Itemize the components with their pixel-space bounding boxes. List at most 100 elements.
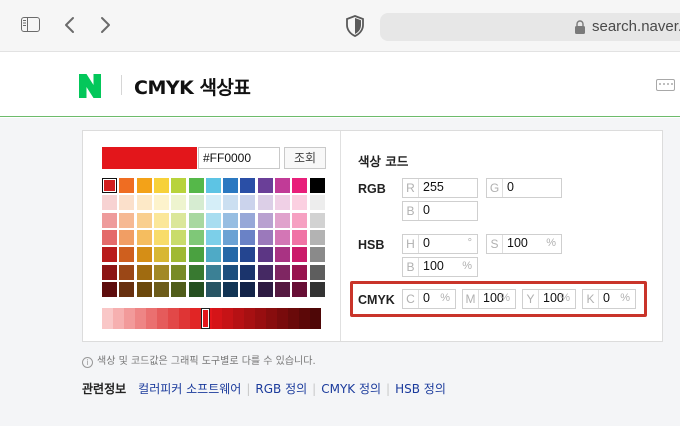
color-swatch[interactable] <box>309 264 325 280</box>
color-swatch[interactable] <box>240 178 256 193</box>
color-swatch[interactable] <box>205 212 221 228</box>
color-swatch[interactable] <box>102 212 117 228</box>
color-swatch[interactable] <box>257 178 273 193</box>
shade-slider-handle[interactable] <box>201 308 211 329</box>
color-swatch[interactable] <box>275 229 290 245</box>
color-swatch[interactable] <box>205 281 221 297</box>
color-swatch[interactable] <box>171 212 187 228</box>
back-arrow-icon[interactable] <box>60 14 82 36</box>
color-swatch[interactable] <box>223 247 239 263</box>
shade-cell[interactable] <box>222 308 234 329</box>
color-swatch[interactable] <box>257 212 273 228</box>
shade-cell[interactable] <box>288 308 300 329</box>
color-swatch[interactable] <box>102 178 117 193</box>
color-swatch[interactable] <box>171 281 187 297</box>
color-swatch[interactable] <box>153 264 169 280</box>
color-swatch[interactable] <box>136 264 152 280</box>
color-swatch[interactable] <box>136 212 152 228</box>
shade-cell[interactable] <box>167 308 180 329</box>
shade-cell[interactable] <box>211 308 223 329</box>
color-swatch[interactable] <box>119 281 135 297</box>
color-swatch[interactable] <box>257 247 273 263</box>
shade-cell[interactable] <box>266 308 278 329</box>
color-swatch[interactable] <box>102 281 117 297</box>
color-swatch[interactable] <box>205 178 221 193</box>
shade-cell[interactable] <box>244 308 256 329</box>
color-swatch[interactable] <box>292 229 308 245</box>
color-swatch[interactable] <box>102 195 117 211</box>
rgb-b-field[interactable]: B 0 <box>402 201 478 221</box>
color-swatch[interactable] <box>257 195 273 211</box>
related-link-hsb[interactable]: HSB 정의 <box>395 382 446 396</box>
color-swatch[interactable] <box>188 229 204 245</box>
hsb-s-field[interactable]: S 100 % <box>486 234 562 254</box>
color-swatch[interactable] <box>153 212 169 228</box>
color-swatch[interactable] <box>292 247 308 263</box>
shade-cell[interactable] <box>156 308 169 329</box>
shade-slider[interactable] <box>102 308 322 329</box>
color-swatch[interactable] <box>205 264 221 280</box>
color-swatch[interactable] <box>188 281 204 297</box>
color-swatch[interactable] <box>275 264 290 280</box>
rgb-r-field[interactable]: R 255 <box>402 178 478 198</box>
shade-cell[interactable] <box>299 308 311 329</box>
color-swatch[interactable] <box>292 195 308 211</box>
cmyk-c-field[interactable]: C 0 % <box>402 289 456 309</box>
color-swatch[interactable] <box>292 264 308 280</box>
shade-cell[interactable] <box>145 308 158 329</box>
shade-cell[interactable] <box>123 308 136 329</box>
color-swatch[interactable] <box>205 195 221 211</box>
color-swatch[interactable] <box>205 247 221 263</box>
color-swatch[interactable] <box>257 229 273 245</box>
color-swatch[interactable] <box>102 247 117 263</box>
color-swatch[interactable] <box>188 178 204 193</box>
hex-input[interactable]: #FF0000 <box>198 147 280 169</box>
color-swatch[interactable] <box>309 281 325 297</box>
color-swatch[interactable] <box>257 281 273 297</box>
color-swatch[interactable] <box>240 264 256 280</box>
rgb-g-field[interactable]: G 0 <box>486 178 562 198</box>
color-swatch[interactable] <box>153 178 169 193</box>
color-swatch[interactable] <box>153 195 169 211</box>
color-swatch[interactable] <box>136 178 152 193</box>
sidebar-toggle-icon[interactable] <box>21 17 40 32</box>
color-swatch[interactable] <box>275 281 290 297</box>
related-link-rgb[interactable]: RGB 정의 <box>255 382 307 396</box>
color-swatch[interactable] <box>119 212 135 228</box>
color-swatch[interactable] <box>153 247 169 263</box>
color-swatch[interactable] <box>240 281 256 297</box>
color-swatch[interactable] <box>102 264 117 280</box>
color-swatch[interactable] <box>309 195 325 211</box>
color-swatch[interactable] <box>119 264 135 280</box>
color-swatch[interactable] <box>292 212 308 228</box>
color-swatch[interactable] <box>119 195 135 211</box>
shade-cell[interactable] <box>233 308 245 329</box>
color-swatch[interactable] <box>188 264 204 280</box>
privacy-shield-icon[interactable] <box>345 15 365 37</box>
color-swatch[interactable] <box>223 195 239 211</box>
color-swatch[interactable] <box>257 264 273 280</box>
color-swatch[interactable] <box>119 247 135 263</box>
color-swatch[interactable] <box>102 229 117 245</box>
color-swatch[interactable] <box>240 195 256 211</box>
color-swatch[interactable] <box>171 229 187 245</box>
color-swatch[interactable] <box>240 247 256 263</box>
hsb-h-field[interactable]: H 0 ° <box>402 234 478 254</box>
shade-cell[interactable] <box>134 308 147 329</box>
color-swatch[interactable] <box>275 195 290 211</box>
related-link-cmyk[interactable]: CMYK 정의 <box>321 382 381 396</box>
color-swatch[interactable] <box>119 229 135 245</box>
hsb-b-field[interactable]: B 100 % <box>402 257 478 277</box>
color-swatch[interactable] <box>223 212 239 228</box>
color-swatch[interactable] <box>240 212 256 228</box>
shade-cell[interactable] <box>189 308 202 329</box>
color-swatch[interactable] <box>275 212 290 228</box>
color-swatch[interactable] <box>275 247 290 263</box>
color-swatch[interactable] <box>223 264 239 280</box>
shade-cell[interactable] <box>255 308 267 329</box>
shade-cell[interactable] <box>178 308 191 329</box>
forward-arrow-icon[interactable] <box>94 14 116 36</box>
color-swatch[interactable] <box>188 247 204 263</box>
naver-logo[interactable] <box>79 74 101 98</box>
color-swatch[interactable] <box>171 264 187 280</box>
